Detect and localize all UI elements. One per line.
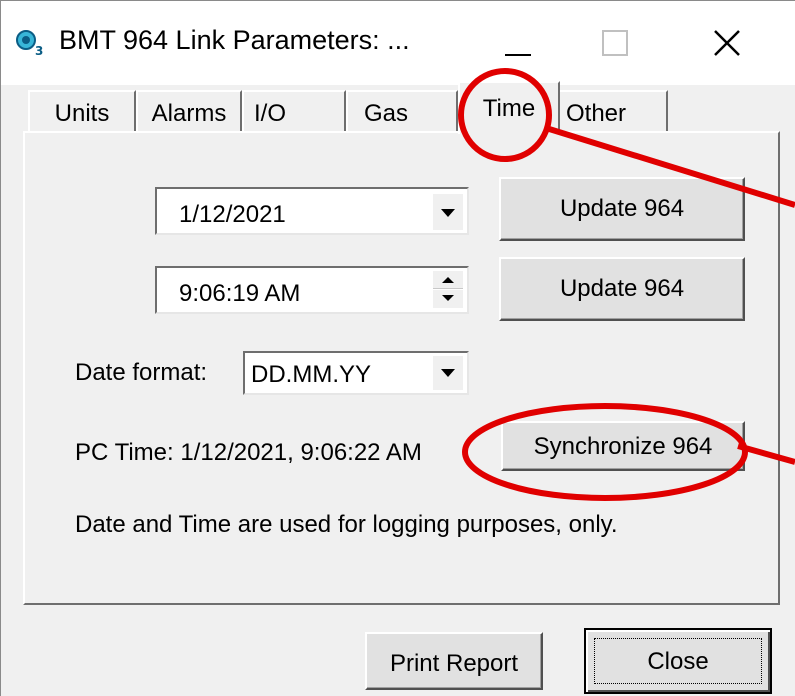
tab-label: Alarms [151,100,227,127]
tab-time[interactable]: Time [458,81,560,134]
tab-label: Units [54,100,110,127]
chevron-down-icon[interactable] [433,356,463,390]
close-icon[interactable] [701,19,753,69]
tab-label: I/O [254,100,287,127]
window-title: BMT 964 Link Parameters: ... [59,25,410,55]
title-bar[interactable]: 3 BMT 964 Link Parameters: ... [1,1,795,85]
date-format-label: Date format: [75,359,208,386]
chevron-down-icon[interactable] [433,194,463,230]
info-text: Date and Time are used for logging purpo… [75,511,618,538]
minimize-icon[interactable] [491,19,543,69]
spin-up-icon[interactable] [433,271,463,289]
spin-down-icon[interactable] [433,290,463,308]
tab-gas[interactable]: Gas [346,90,458,132]
focus-rectangle [594,638,762,684]
update-date-button[interactable]: Update 964 [499,177,745,241]
date-format-select[interactable]: DD.MM.YY [243,351,469,395]
synchronize-label: Synchronize 964 [533,433,713,460]
update-time-label: Update 964 [559,275,685,302]
date-format-value: DD.MM.YY [251,361,371,388]
tab-label: Gas [364,100,409,127]
maximize-icon[interactable] [589,19,641,69]
time-value: 9:06:19 AM [179,280,301,307]
print-report-button[interactable]: Print Report [365,632,543,690]
time-picker[interactable]: 9:06:19 AM [155,266,469,314]
date-value: 1/12/2021 [179,201,286,228]
pc-time-text: PC Time: 1/12/2021, 9:06:22 AM [75,439,422,466]
tab-alarms[interactable]: Alarms [136,90,242,132]
print-report-label: Print Report [389,650,519,677]
tab-io[interactable]: I/O [242,90,346,132]
tab-other[interactable]: Other [558,90,668,132]
app-icon: 3 [16,30,43,57]
close-button[interactable]: Close [584,628,772,694]
time-spinner[interactable] [433,271,463,309]
update-date-label: Update 964 [559,195,685,222]
tab-label: Other [566,100,627,127]
tab-label: Time [482,95,536,122]
date-picker[interactable]: 1/12/2021 [155,187,469,235]
synchronize-button[interactable]: Synchronize 964 [501,421,745,471]
svg-text:3: 3 [35,44,43,57]
update-time-button[interactable]: Update 964 [499,257,745,321]
tab-units[interactable]: Units [28,90,136,132]
dialog-window: 3 BMT 964 Link Parameters: ... Units Ala… [0,0,795,696]
